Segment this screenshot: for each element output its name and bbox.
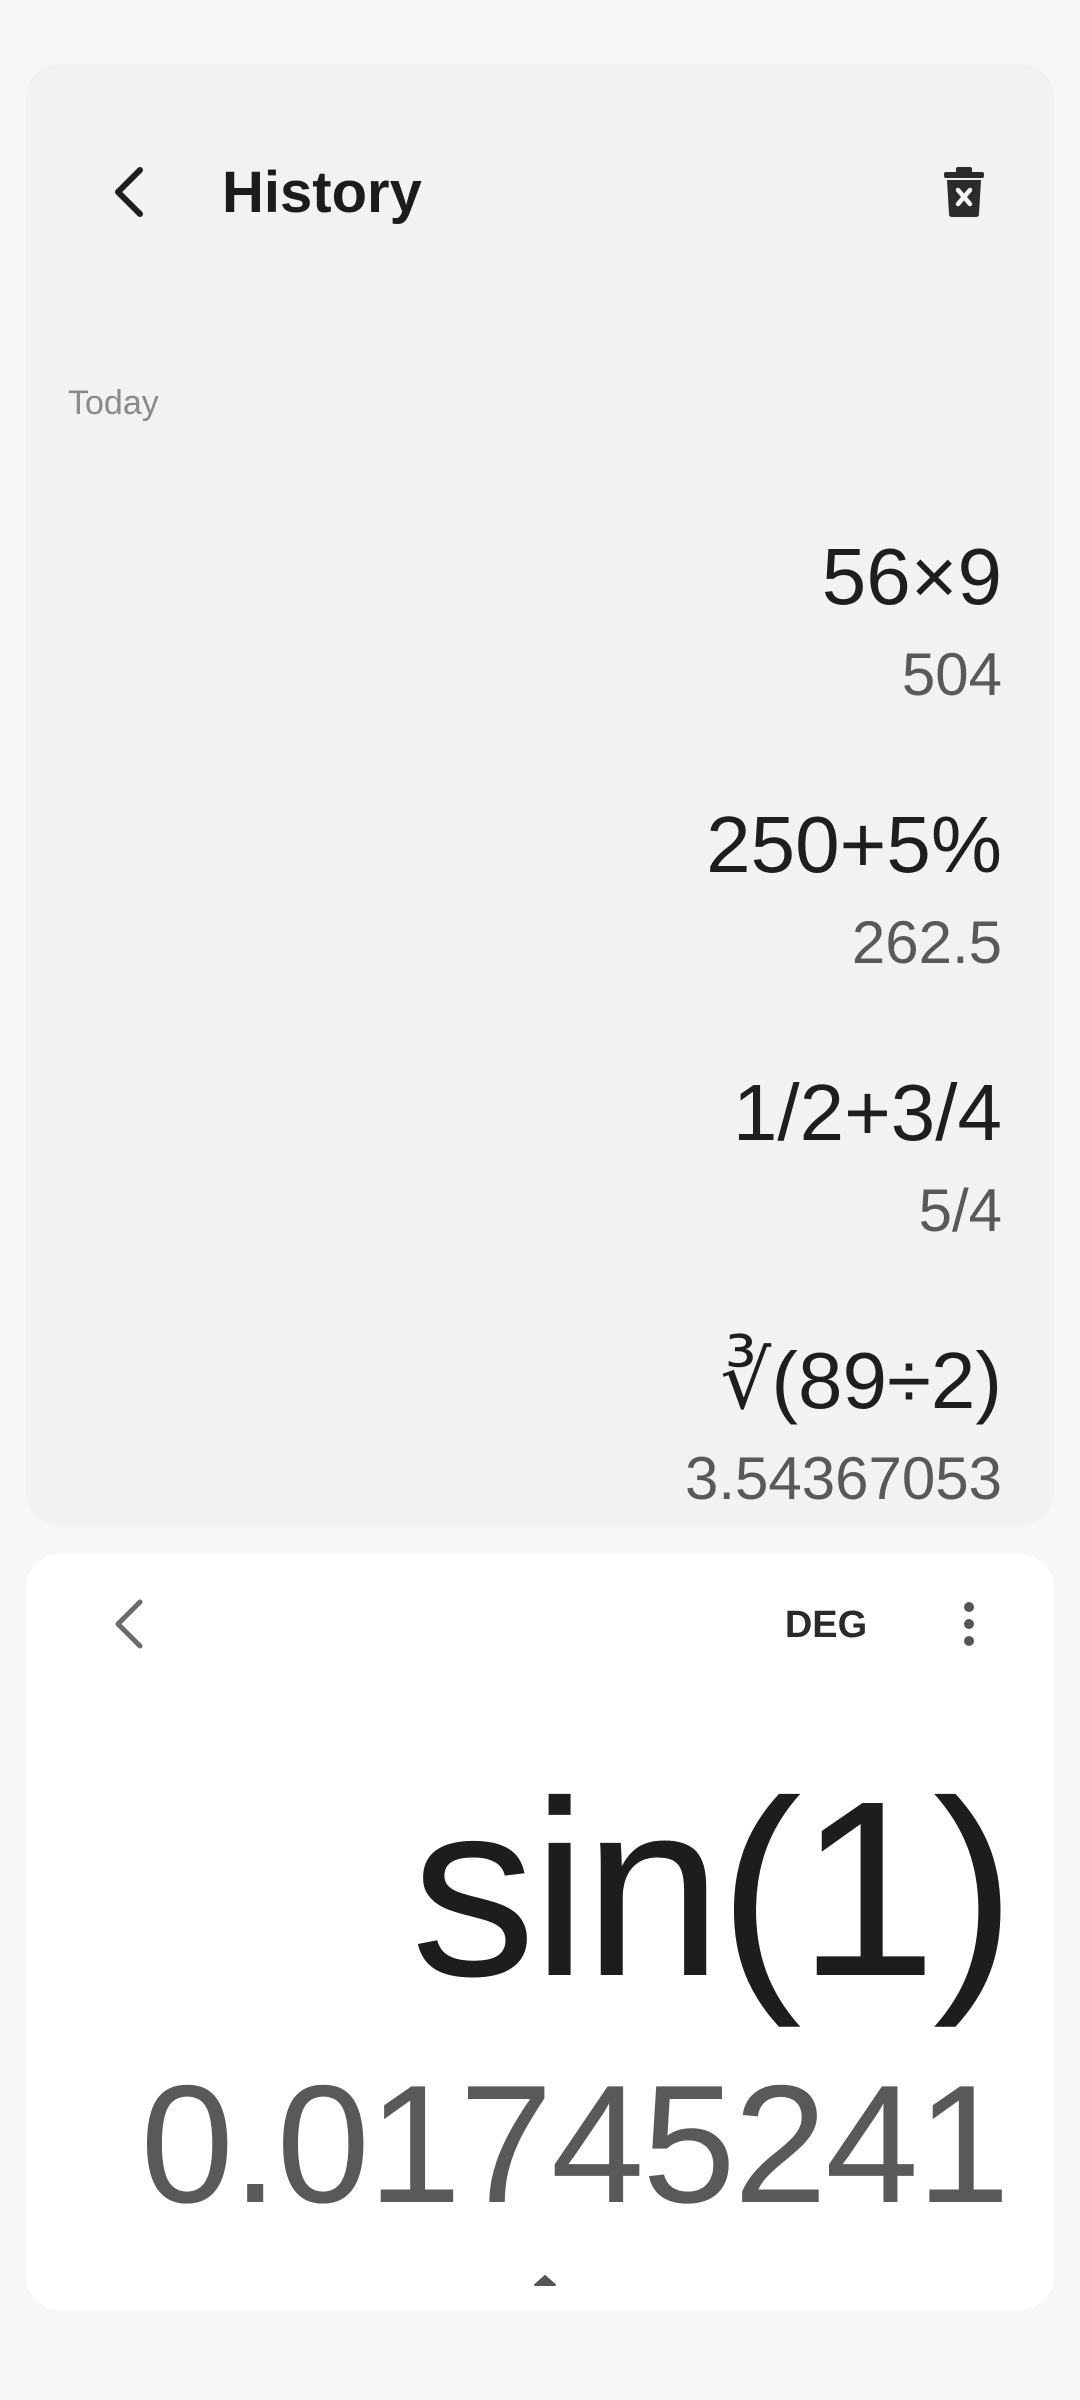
back-arrow-icon xyxy=(115,167,143,217)
trash-icon xyxy=(944,167,984,217)
more-vertical-icon xyxy=(964,1602,974,1646)
history-entry[interactable]: ∛(89÷2) 3.54367053 xyxy=(102,1268,1002,1536)
history-expression[interactable]: 250+5% xyxy=(706,800,1002,890)
delete-history-button[interactable] xyxy=(920,148,1008,236)
history-entry[interactable]: 56×9 504 xyxy=(102,464,1002,732)
history-title: History xyxy=(222,160,422,225)
angle-mode-button[interactable]: DEG xyxy=(766,1590,886,1660)
expression-display[interactable]: sin(1) xyxy=(411,1754,1016,2024)
history-result[interactable]: 262.5 xyxy=(852,908,1002,978)
history-expression[interactable]: 1/2+3/4 xyxy=(733,1068,1002,1158)
history-panel: History Today 56×9 504 250+5% 262.5 1/2+… xyxy=(26,64,1054,1526)
history-result[interactable]: 504 xyxy=(902,640,1002,710)
history-result[interactable]: 3.54367053 xyxy=(685,1444,1002,1514)
history-entry[interactable]: 250+5% 262.5 xyxy=(102,732,1002,1000)
history-result[interactable]: 5/4 xyxy=(919,1176,1002,1246)
history-expression[interactable]: 56×9 xyxy=(822,532,1002,622)
history-entry[interactable]: 1/2+3/4 5/4 xyxy=(102,1000,1002,1268)
drag-handle[interactable] xyxy=(530,2268,560,2292)
history-back-button[interactable] xyxy=(86,148,174,236)
chevron-up-icon xyxy=(534,2275,556,2286)
result-preview: 0.01745241 xyxy=(140,2050,1010,2238)
history-expression[interactable]: ∛(89÷2) xyxy=(720,1336,1002,1426)
calculator-back-button[interactable] xyxy=(86,1580,174,1668)
calculator-display-panel: DEG sin(1) 0.01745241 xyxy=(26,1554,1054,2310)
back-arrow-icon xyxy=(115,1599,143,1649)
history-list: 56×9 504 250+5% 262.5 1/2+3/4 5/4 ∛(89÷2… xyxy=(102,464,1002,1536)
history-section-label: Today xyxy=(68,384,159,422)
more-options-button[interactable] xyxy=(939,1580,999,1668)
